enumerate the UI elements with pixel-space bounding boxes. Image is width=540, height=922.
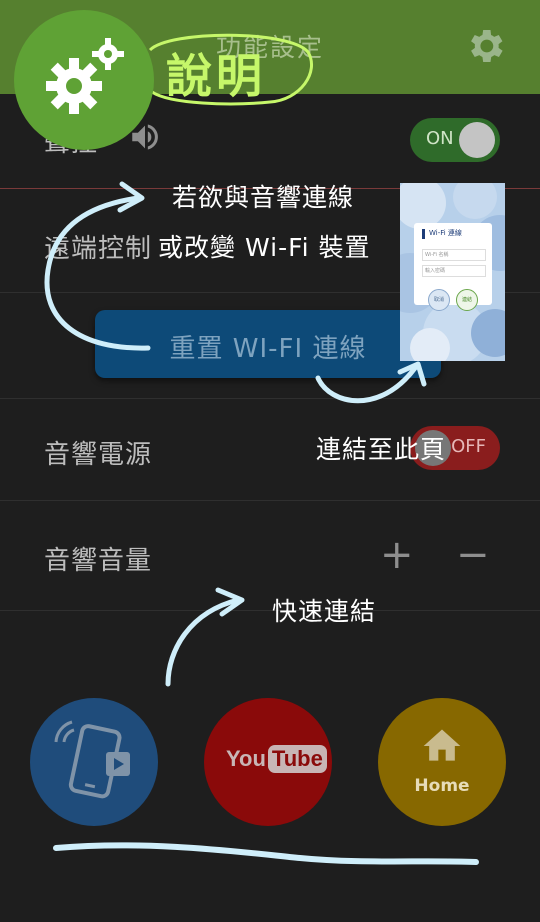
- help-title: 說明: [166, 49, 266, 103]
- annotation-line2: 或改變 Wi-Fi 裝置: [158, 233, 371, 262]
- annotation-quick-link: 快速連結: [272, 597, 377, 626]
- annotation-line1: 若欲與音響連線: [172, 183, 355, 212]
- gears-icon: [46, 38, 124, 114]
- annotation-link-page: 連結至此頁: [316, 435, 447, 464]
- help-badge: [14, 10, 154, 150]
